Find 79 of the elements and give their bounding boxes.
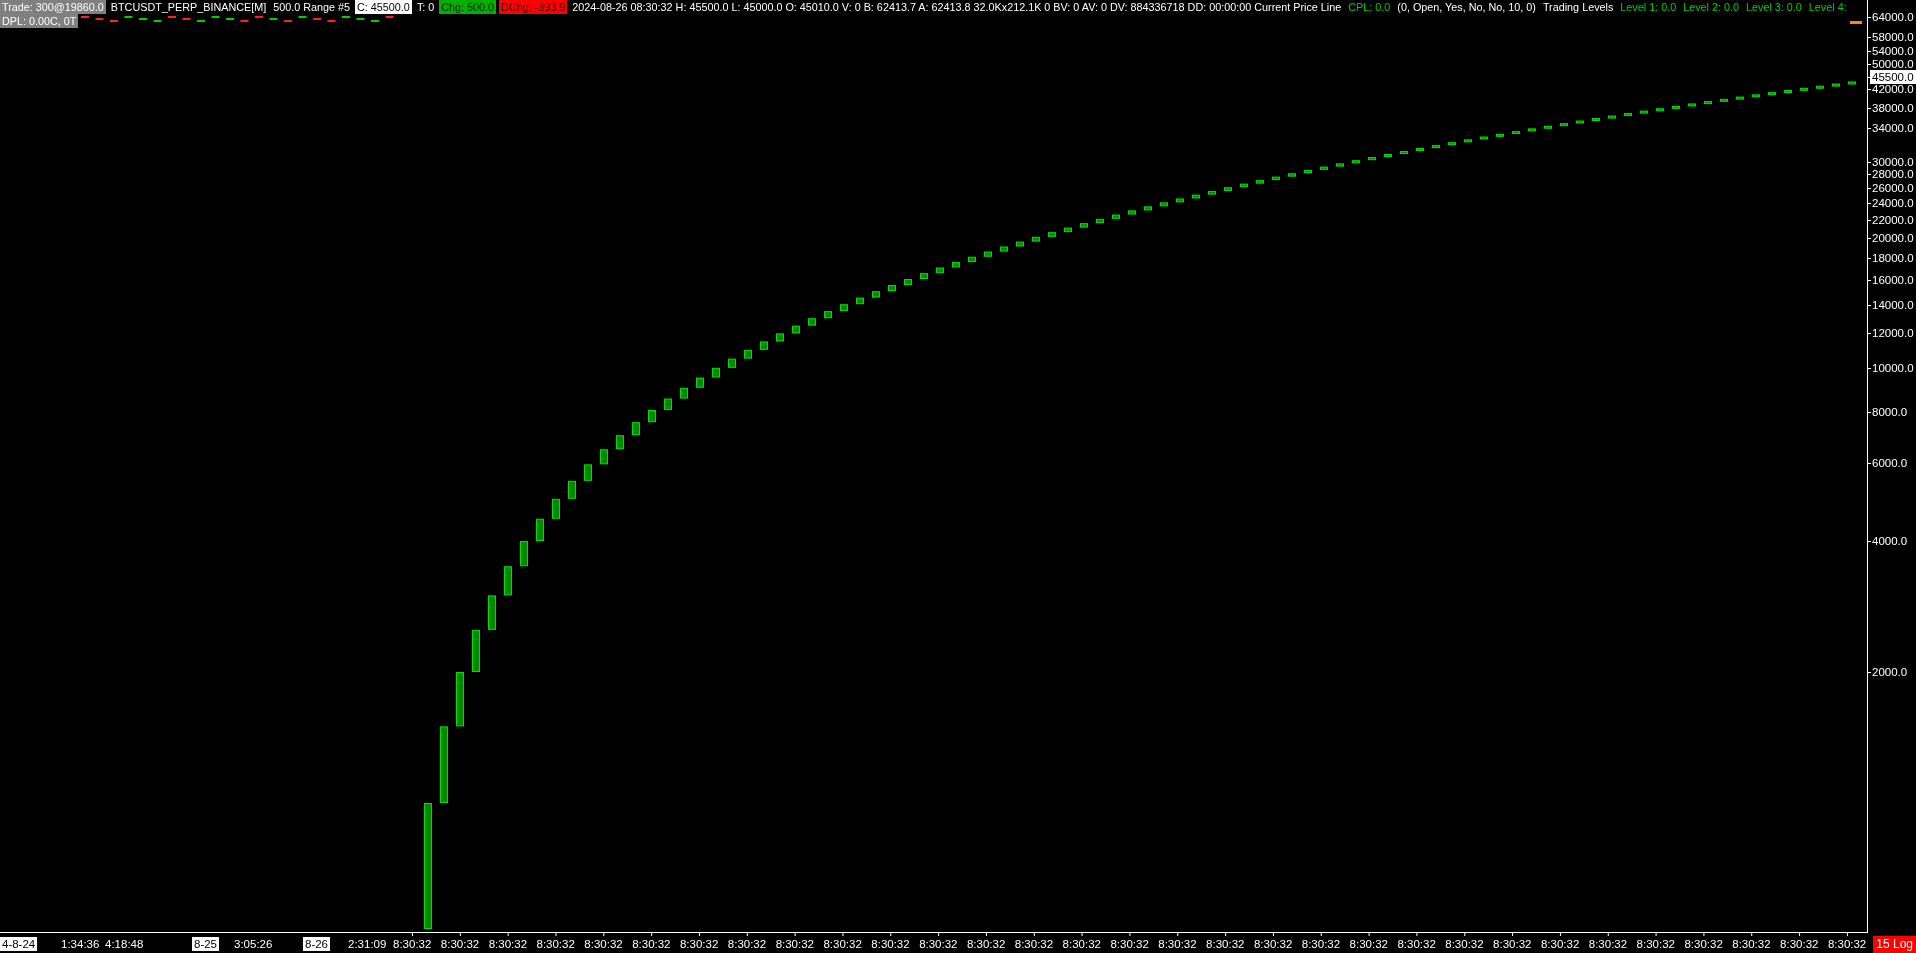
time-label: 8:30:32 (1587, 937, 1629, 951)
price-axis-label: 6000.0 (1871, 456, 1909, 470)
price-axis-label: 22000.0 (1871, 213, 1915, 227)
price-axis-label: 34000.0 (1871, 121, 1915, 135)
scale-mode-badge[interactable]: 15 Log (1873, 936, 1916, 953)
header-field: Level 4: (1806, 0, 1849, 14)
price-axis-label: 12000.0 (1871, 326, 1915, 340)
time-label: 8:30:32 (535, 937, 576, 951)
time-label: 8:30:32 (1061, 937, 1102, 951)
price-axis-label: 28000.0 (1871, 167, 1915, 181)
time-label: 4:18:48 (104, 937, 145, 951)
price-axis-label: 64000.0 (1871, 10, 1915, 24)
time-label: 8:30:32 (1205, 937, 1246, 951)
header-field: C: 45500.0 (355, 0, 412, 14)
header-field: Trade: 300@19860.0 (0, 0, 106, 14)
time-label: 8:30:32 (583, 937, 624, 951)
header-field: T: 0 (414, 0, 437, 14)
time-label: 8:30:32 (1252, 937, 1294, 951)
time-label: 8:30:32 (965, 937, 1007, 951)
time-label: 8:30:32 (1444, 937, 1485, 951)
price-axis-label: 50000.0 (1871, 57, 1915, 71)
time-label: 2:31:09 (347, 937, 388, 951)
header-field: DPL: 0.00C, 0T (0, 14, 79, 28)
time-label: 8:30:32 (1492, 937, 1533, 951)
price-axis-label: 58000.0 (1871, 30, 1915, 44)
time-label: 8:30:32 (1779, 937, 1820, 951)
time-label: 8:30:32 (1539, 937, 1581, 951)
price-axis-label: 20000.0 (1871, 231, 1915, 245)
price-axis-label: 38000.0 (1871, 101, 1915, 115)
time-label: 8:30:32 (1157, 937, 1198, 951)
time-label: 8:30:32 (1300, 937, 1342, 951)
time-label: 8:30:32 (1683, 937, 1724, 951)
current-price-label: 45500.0 (1870, 70, 1916, 84)
time-label: 8:30:32 (631, 937, 672, 951)
time-label: 8:30:32 (870, 937, 911, 951)
price-axis-label: 2000.0 (1871, 665, 1909, 679)
header-field: Level 1: 0.0 (1618, 0, 1679, 14)
price-axis-label: 30000.0 (1871, 155, 1915, 169)
price-axis-label: 16000.0 (1871, 273, 1915, 287)
time-label: 8:30:32 (1013, 937, 1055, 951)
header-field: Level 2: 0.0 (1681, 0, 1741, 14)
header-field: Trading Levels (1540, 0, 1616, 14)
price-axis-label: 26000.0 (1871, 181, 1915, 195)
time-label: 8:30:32 (392, 937, 433, 951)
header-field: BTCUSDT_PERP_BINANCE[M] (108, 0, 269, 14)
price-axis-label: 54000.0 (1871, 44, 1915, 58)
time-label: 8:30:32 (1826, 937, 1868, 951)
price-axis-label: 4000.0 (1871, 534, 1909, 548)
time-label: 8:30:32 (774, 937, 815, 951)
time-label: 8:30:32 (1731, 937, 1772, 951)
time-label: 8:30:32 (1109, 937, 1150, 951)
price-axis-label: 10000.0 (1871, 361, 1915, 375)
time-label: 1:34:36 (60, 937, 101, 951)
time-label: 8:30:32 (726, 937, 768, 951)
price-axis-label: 8000.0 (1871, 405, 1909, 419)
header-field: Chg: 500.0 (439, 0, 497, 14)
header-field: Level 3: 0.0 (1744, 0, 1804, 14)
time-label: 3:05:26 (233, 937, 274, 951)
price-marker-icon (1850, 21, 1862, 24)
price-axis-label: 42000.0 (1871, 82, 1915, 96)
header-field: 2024-08-26 08:30:32 H: 45500.0 L: 45000.0 O: 45010.0 V: 0 B: 62413.7 A: 62413.8 32.0Kx212.1K 0 BV: 0 AV: 0 DV: 884336718 DD: 00:00:00 Current Price Line (570, 0, 1344, 14)
time-label: 8:30:32 (487, 937, 529, 951)
time-label: 8:30:32 (1348, 937, 1389, 951)
header-field: (0, Open, Yes, No, No, 10, 0) (1395, 0, 1538, 14)
header-field: DChg: -393.9 (499, 0, 568, 14)
date-label: 4-8-24 (0, 937, 38, 951)
header-field: 500.0 Range #5 (271, 0, 353, 14)
time-label: 8:30:32 (822, 937, 863, 951)
header-field: CPL: 0.0 (1346, 0, 1393, 14)
time-label: 8:30:32 (1396, 937, 1437, 951)
time-label: 8:30:32 (439, 937, 481, 951)
price-axis-label: 14000.0 (1871, 298, 1915, 312)
price-axis-label: 24000.0 (1871, 196, 1915, 210)
time-label: 8:30:32 (678, 937, 720, 951)
price-axis-label: 18000.0 (1871, 251, 1915, 265)
date-label: 8-26 (303, 937, 331, 951)
time-label: 8:30:32 (1635, 937, 1676, 951)
time-label: 8:30:32 (918, 937, 959, 951)
date-label: 8-25 (192, 937, 220, 951)
